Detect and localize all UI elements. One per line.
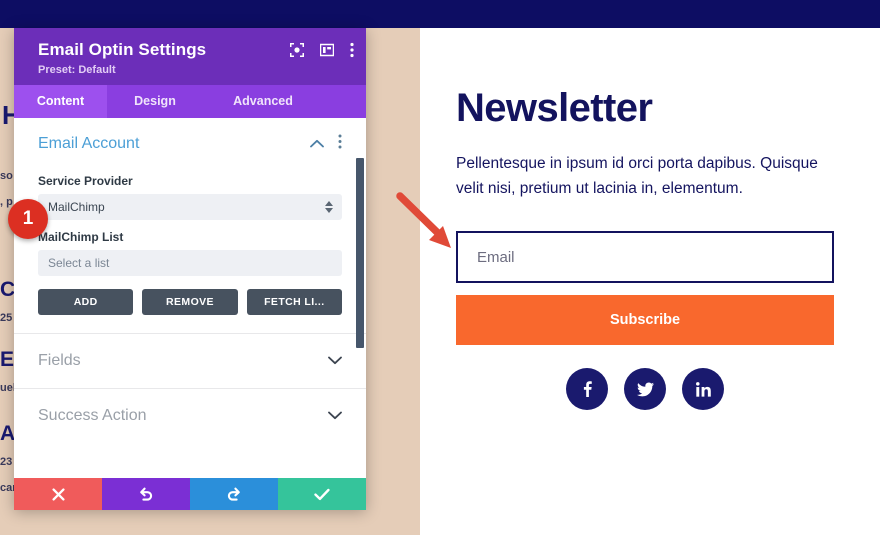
chevron-down-icon[interactable] (328, 352, 342, 370)
chevron-up-icon[interactable] (310, 135, 324, 153)
redo-icon (226, 486, 242, 502)
linkedin-link[interactable] (682, 368, 724, 411)
section-more-vertical-icon[interactable] (338, 134, 342, 154)
focus-icon[interactable] (290, 43, 304, 57)
close-icon (51, 487, 65, 501)
linkedin-icon (695, 381, 712, 398)
email-input[interactable]: Email (456, 231, 834, 284)
step-number-badge: 1 (8, 199, 48, 239)
service-provider-value: MailChimp (48, 200, 105, 214)
screen: H so , p Co 25 Em uel Ad 23 car Email Op… (0, 0, 880, 535)
preset-selector[interactable]: Preset: Default (38, 64, 352, 76)
background-text-fragment-8: 23 (0, 456, 13, 468)
tab-design[interactable]: Design (107, 85, 203, 118)
add-button[interactable]: ADD (38, 289, 134, 315)
success-action-section-header[interactable]: Success Action (14, 388, 366, 443)
newsletter-title: Newsletter (456, 86, 653, 130)
more-vertical-icon[interactable] (350, 42, 354, 58)
facebook-icon (578, 380, 596, 398)
fields-section-header[interactable]: Fields (14, 333, 366, 388)
redo-button[interactable] (190, 478, 278, 510)
subscribe-button[interactable]: Subscribe (456, 295, 834, 346)
layout-icon[interactable] (320, 43, 334, 57)
fields-section-label: Fields (38, 352, 81, 369)
tab-advanced[interactable]: Advanced (203, 85, 323, 118)
newsletter-module: Newsletter Pellentesque in ipsum id orci… (456, 86, 834, 411)
modal-tabs: Content Design Advanced (14, 85, 366, 118)
social-links (456, 368, 834, 411)
scrollbar-thumb[interactable] (356, 158, 364, 348)
background-text-fragment-1: so (0, 170, 13, 182)
cancel-button[interactable] (14, 478, 102, 510)
mailchimp-list-input[interactable]: Select a list (38, 250, 342, 276)
stepper-arrows-icon[interactable] (325, 201, 333, 213)
email-account-section: Email Account Service Provider MailChimp… (14, 118, 366, 333)
service-provider-select[interactable]: MailChimp (38, 194, 342, 220)
email-account-section-header[interactable]: Email Account (38, 118, 342, 164)
modal-body: Email Account Service Provider MailChimp… (14, 118, 366, 478)
mailchimp-list-label: MailChimp List (38, 230, 124, 244)
undo-icon (138, 486, 154, 502)
background-text-fragment-4: 25 (0, 312, 13, 324)
twitter-link[interactable] (624, 368, 666, 411)
check-icon (314, 488, 330, 501)
chevron-down-icon[interactable] (328, 407, 342, 425)
top-navy-bar (0, 0, 880, 28)
facebook-link[interactable] (566, 368, 608, 411)
account-action-buttons: ADD REMOVE FETCH LI... (38, 289, 342, 333)
section-title: Email Account (38, 135, 140, 152)
twitter-icon (636, 380, 655, 399)
email-optin-settings-modal: Email Optin Settings Preset: Default Con… (14, 28, 366, 510)
remove-button[interactable]: REMOVE (142, 289, 238, 315)
email-placeholder: Email (477, 248, 515, 266)
modal-header-actions (290, 42, 354, 58)
undo-button[interactable] (102, 478, 190, 510)
modal-footer (14, 478, 366, 510)
tab-content[interactable]: Content (14, 85, 107, 118)
save-button[interactable] (278, 478, 366, 510)
modal-header: Email Optin Settings Preset: Default (14, 28, 366, 85)
success-action-section-label: Success Action (38, 407, 147, 424)
newsletter-description: Pellentesque in ipsum id orci porta dapi… (456, 155, 818, 198)
fetch-lists-button[interactable]: FETCH LI... (246, 289, 342, 315)
service-provider-label: Service Provider (38, 174, 133, 188)
mailchimp-list-placeholder: Select a list (48, 256, 110, 270)
